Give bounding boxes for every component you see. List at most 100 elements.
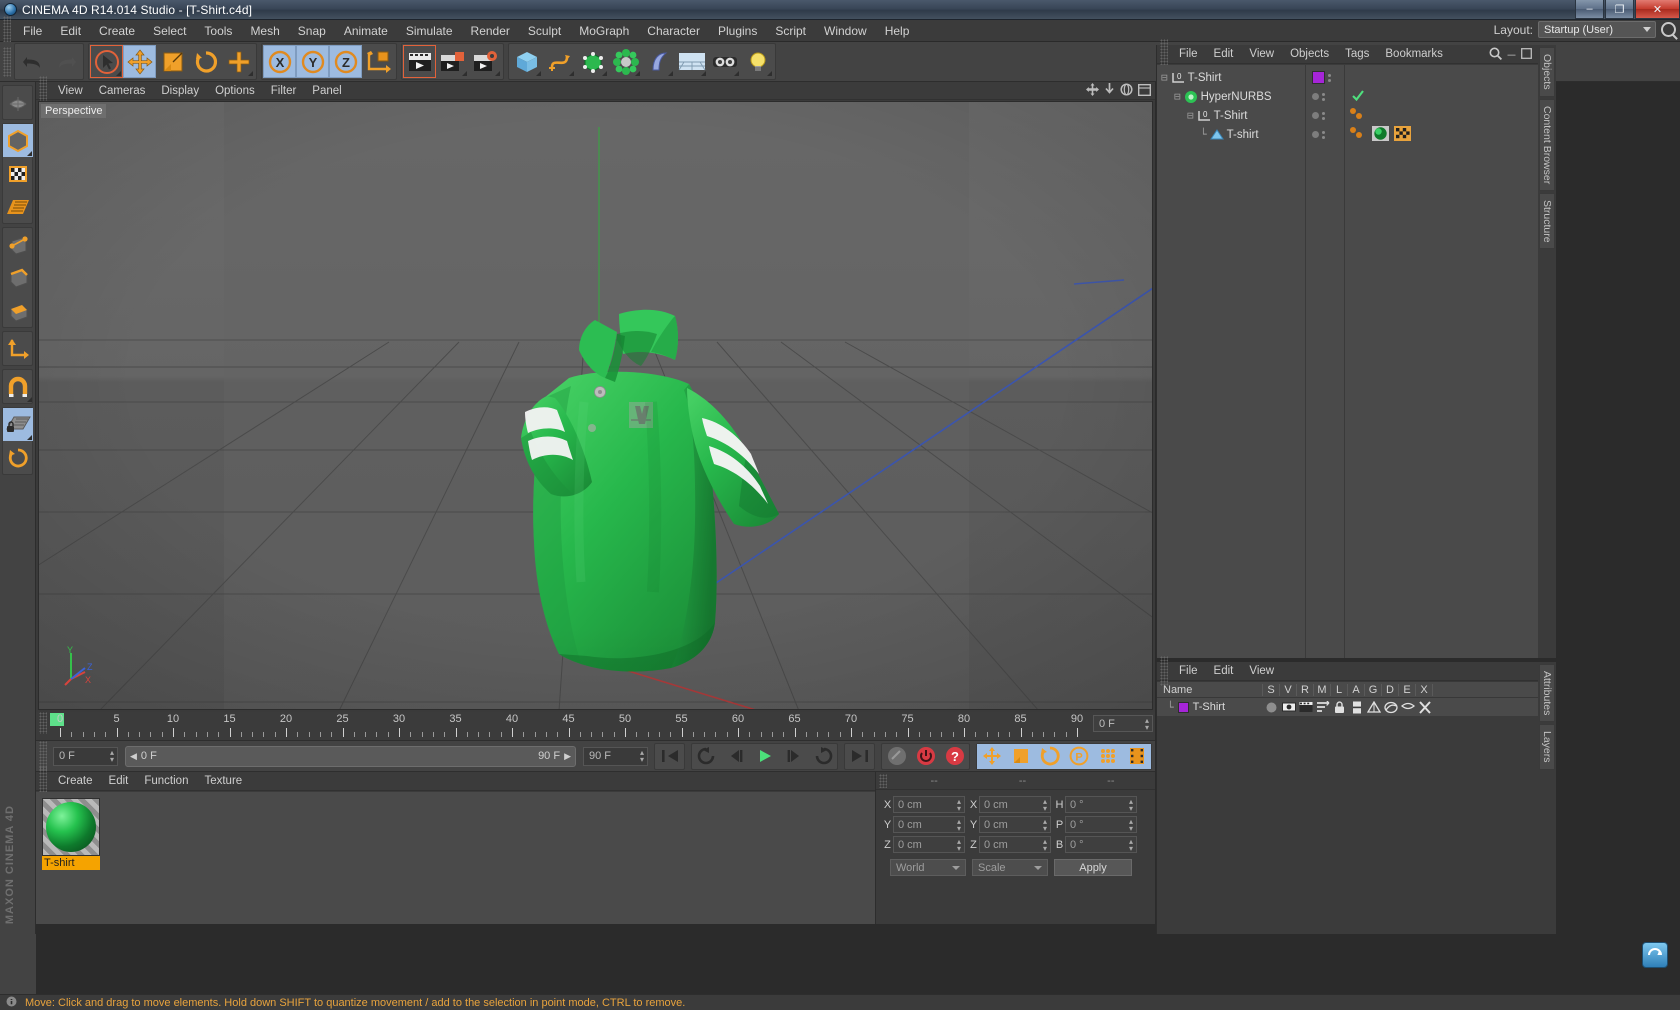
menu-item-plugins[interactable]: Plugins — [709, 22, 766, 40]
viewport-menu-item-panel[interactable]: Panel — [304, 84, 349, 98]
camera-icon[interactable] — [708, 45, 741, 78]
timeline-grip[interactable] — [39, 712, 47, 734]
tree-expand-icon[interactable]: ⊟ — [1174, 90, 1181, 103]
rotation-field-B[interactable]: 0 ° ▴ ▾ — [1065, 836, 1137, 853]
bend-deformer-icon[interactable] — [642, 45, 675, 78]
timeline-ruler[interactable]: 0 5 10 15 20 25 30 35 40 45 50 55 60 65 70 75 80 85 90 — [50, 712, 1091, 740]
viewport-menu-item-display[interactable]: Display — [153, 84, 207, 98]
menu-item-select[interactable]: Select — [144, 22, 195, 40]
end-frame-field[interactable]: 90 F ▴ ▾ — [583, 746, 648, 766]
size-field-X[interactable]: 0 cm ▴ ▾ — [979, 796, 1051, 813]
expressions-icon[interactable] — [1399, 702, 1416, 713]
menubar-grip[interactable] — [3, 15, 11, 46]
spinner-icon[interactable]: ▴ ▾ — [1043, 798, 1047, 813]
edges-mode-icon[interactable] — [3, 261, 33, 294]
cube-primitive-icon[interactable] — [510, 45, 543, 78]
uvw-tag-icon[interactable] — [1394, 125, 1411, 144]
layer-column-r[interactable]: R — [1297, 683, 1314, 696]
material-thumbnail[interactable] — [42, 798, 100, 856]
layer-rows[interactable]: └ T-Shirt — [1157, 698, 1538, 716]
tree-expand-icon[interactable]: ⊟ — [1187, 109, 1194, 122]
layer-column-g[interactable]: G — [1365, 683, 1382, 696]
position-field-Y[interactable]: 0 cm ▴ ▾ — [893, 816, 965, 833]
objmgr-menu-item-objects[interactable]: Objects — [1282, 47, 1337, 61]
polygons-mode-icon[interactable] — [3, 294, 33, 327]
attrmgr-menu-item-edit[interactable]: Edit — [1206, 664, 1242, 678]
object-tags-column[interactable] — [1345, 65, 1538, 658]
check-green-icon[interactable] — [1351, 89, 1365, 105]
layer-column-d[interactable]: D — [1382, 683, 1399, 696]
y-axis-icon[interactable]: Y — [296, 45, 329, 78]
coordinates-grip[interactable] — [879, 773, 887, 788]
array-deformer-icon[interactable] — [609, 45, 642, 78]
layer-column-v[interactable]: V — [1280, 683, 1297, 696]
go-to-end-icon[interactable] — [845, 744, 874, 769]
dock-tab-attributes[interactable]: Attributes — [1539, 664, 1555, 723]
tree-expand-icon[interactable]: ⊟ — [1161, 71, 1168, 84]
coordinate-system-select[interactable]: World — [890, 859, 966, 876]
menu-item-animate[interactable]: Animate — [335, 22, 397, 40]
redo-icon[interactable] — [49, 45, 82, 78]
object-name[interactable]: T-Shirt — [1214, 110, 1248, 122]
spinner-icon[interactable]: ▴ ▾ — [1043, 818, 1047, 833]
solo-dot-icon[interactable] — [1263, 701, 1280, 714]
layer-column-e[interactable]: E — [1399, 683, 1416, 696]
material-list[interactable]: T-shirt — [36, 792, 875, 924]
object-tree[interactable]: ⊟ 0 T-Shirt ⊟ HyperNURBS ⊟ 0 T-Shirt └ T-shirt — [1157, 65, 1306, 658]
objmgr-menu-item-view[interactable]: View — [1241, 47, 1282, 61]
step-back-frame-icon[interactable] — [721, 744, 750, 769]
viewport-menu-item-options[interactable]: Options — [207, 84, 263, 98]
help-assistant-icon[interactable] — [1642, 942, 1668, 968]
object-name[interactable]: T-Shirt — [1188, 72, 1222, 84]
coordinate-mode-select[interactable]: Scale — [972, 859, 1048, 876]
add-cross-icon[interactable] — [222, 45, 255, 78]
layer-column-m[interactable]: M — [1314, 683, 1331, 696]
step-forward-keyframe-icon[interactable] — [808, 744, 837, 769]
layer-column-name[interactable]: Name — [1157, 683, 1263, 696]
visibility-dot-icon[interactable] — [1312, 131, 1319, 138]
render-view-icon[interactable] — [403, 45, 436, 78]
dolly-icon[interactable] — [1104, 83, 1115, 99]
spinner-icon[interactable]: ▴ ▾ — [1145, 717, 1149, 732]
toolbar-grip[interactable] — [3, 46, 11, 77]
manager-icon[interactable] — [1314, 701, 1331, 713]
light-icon[interactable] — [741, 45, 774, 78]
layer-name-cell[interactable]: └ T-Shirt — [1157, 701, 1263, 714]
editor-render-dots-icon[interactable] — [1328, 73, 1331, 82]
spinner-icon[interactable]: ▴ ▾ — [1043, 838, 1047, 853]
menu-item-mesh[interactable]: Mesh — [241, 22, 288, 40]
xref-icon[interactable] — [1416, 700, 1433, 714]
object-visibility-dots[interactable] — [1306, 65, 1345, 658]
view-icon[interactable] — [1280, 701, 1297, 713]
material-item[interactable]: T-shirt — [42, 798, 100, 870]
object-tag-row[interactable] — [1345, 68, 1538, 87]
menu-item-create[interactable]: Create — [90, 22, 144, 40]
layer-column-x[interactable]: X — [1416, 683, 1433, 696]
texture-mode-icon[interactable] — [3, 157, 33, 190]
world-object-axis-icon[interactable] — [362, 45, 395, 78]
spinner-icon[interactable]: ▴ ▾ — [1129, 798, 1133, 813]
current-frame-field[interactable]: 0 F ▴ ▾ — [53, 746, 118, 766]
layer-color-swatch[interactable] — [1177, 701, 1189, 713]
menu-item-simulate[interactable]: Simulate — [397, 22, 462, 40]
menu-item-sculpt[interactable]: Sculpt — [519, 22, 570, 40]
menu-item-file[interactable]: File — [14, 22, 51, 40]
menu-item-window[interactable]: Window — [815, 22, 876, 40]
workplane-lock-icon[interactable] — [3, 408, 33, 441]
objmgr-menu-item-bookmarks[interactable]: Bookmarks — [1377, 47, 1451, 61]
render-icon[interactable] — [1297, 701, 1314, 713]
deformers-icon[interactable] — [1382, 701, 1399, 714]
viewport-3d[interactable]: Perspective Y Z X — [38, 101, 1153, 710]
keyframe-selection-icon[interactable]: ? — [940, 744, 969, 769]
floor-environment-icon[interactable] — [675, 45, 708, 78]
range-left-arrow-icon[interactable]: ◀ — [130, 751, 137, 762]
object-name[interactable]: T-shirt — [1227, 129, 1259, 141]
viewport-menu-item-view[interactable]: View — [50, 84, 91, 98]
object-tag-row[interactable] — [1345, 106, 1538, 125]
make-editable-icon[interactable] — [3, 86, 33, 119]
position-field-Z[interactable]: 0 cm ▴ ▾ — [893, 836, 965, 853]
render-region-icon[interactable] — [436, 45, 469, 78]
object-toggles[interactable] — [1306, 125, 1344, 144]
render-settings-icon[interactable] — [469, 45, 502, 78]
record-active-objects-icon[interactable] — [882, 744, 911, 769]
